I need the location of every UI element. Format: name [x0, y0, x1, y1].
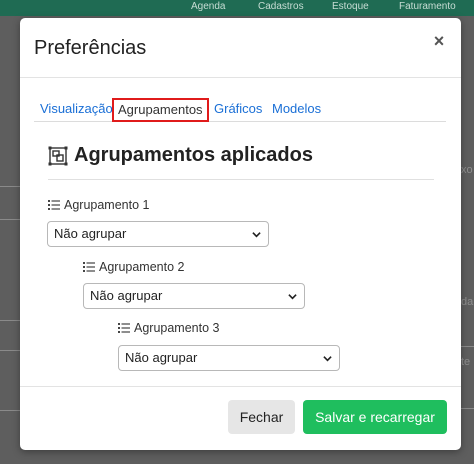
- tab-agrupamentos[interactable]: Agrupamentos: [112, 98, 209, 122]
- chevron-down-icon: [252, 232, 261, 238]
- list-icon: [118, 323, 130, 333]
- group-3-select-value: Não agrupar: [125, 350, 198, 365]
- group-1-select-value: Não agrupar: [54, 226, 127, 241]
- bg-fragment: xo: [461, 164, 473, 176]
- nav-faturamento[interactable]: Faturamento: [399, 1, 456, 12]
- group-1-select[interactable]: Não agrupar: [47, 221, 269, 247]
- group-3-label: Agrupamento 3: [118, 321, 219, 335]
- app-topbar: Agenda Cadastros Estoque Faturamento: [0, 0, 474, 16]
- bg-fragment: te: [461, 356, 471, 368]
- modal-title: Preferências: [34, 37, 147, 59]
- bg-divider: [461, 346, 474, 347]
- tab-bar: Visualização Agrupamentos Gráficos Model…: [34, 98, 446, 122]
- group-2-select[interactable]: Não agrupar: [83, 283, 305, 309]
- list-icon: [83, 262, 95, 272]
- chevron-down-icon: [323, 356, 332, 362]
- chevron-down-icon: [288, 294, 297, 300]
- bg-divider: [0, 350, 20, 351]
- tab-visualizacao[interactable]: Visualização: [40, 98, 113, 122]
- bg-divider: [0, 186, 20, 187]
- section-title: Agrupamentos aplicados: [74, 144, 313, 166]
- bg-fragment: da: [461, 296, 474, 308]
- modal-header: Preferências ×: [20, 18, 461, 78]
- group-1-label: Agrupamento 1: [48, 198, 149, 212]
- nav-cadastros[interactable]: Cadastros: [258, 1, 304, 12]
- group-2-select-value: Não agrupar: [90, 288, 163, 303]
- group-3-label-text: Agrupamento 3: [134, 321, 220, 335]
- bg-divider: [461, 408, 474, 409]
- tab-graficos[interactable]: Gráficos: [214, 98, 262, 122]
- close-button[interactable]: Fechar: [228, 400, 295, 434]
- bg-divider: [0, 320, 20, 321]
- save-reload-button[interactable]: Salvar e recarregar: [303, 400, 447, 434]
- nav-estoque[interactable]: Estoque: [332, 1, 369, 12]
- group-3-select[interactable]: Não agrupar: [118, 345, 340, 371]
- close-icon[interactable]: ×: [431, 32, 447, 50]
- list-icon: [48, 200, 60, 210]
- tab-modelos[interactable]: Modelos: [272, 98, 321, 122]
- section-divider: [48, 179, 434, 180]
- preferences-modal: Preferências × Visualização Agrupamentos…: [20, 18, 461, 450]
- object-group-icon: [48, 146, 68, 166]
- group-1-label-text: Agrupamento 1: [64, 198, 150, 212]
- bg-divider: [0, 410, 20, 411]
- group-2-label: Agrupamento 2: [83, 260, 184, 274]
- footer-divider: [20, 386, 461, 387]
- bg-divider: [0, 219, 20, 220]
- group-2-label-text: Agrupamento 2: [99, 260, 185, 274]
- nav-agenda[interactable]: Agenda: [191, 1, 225, 12]
